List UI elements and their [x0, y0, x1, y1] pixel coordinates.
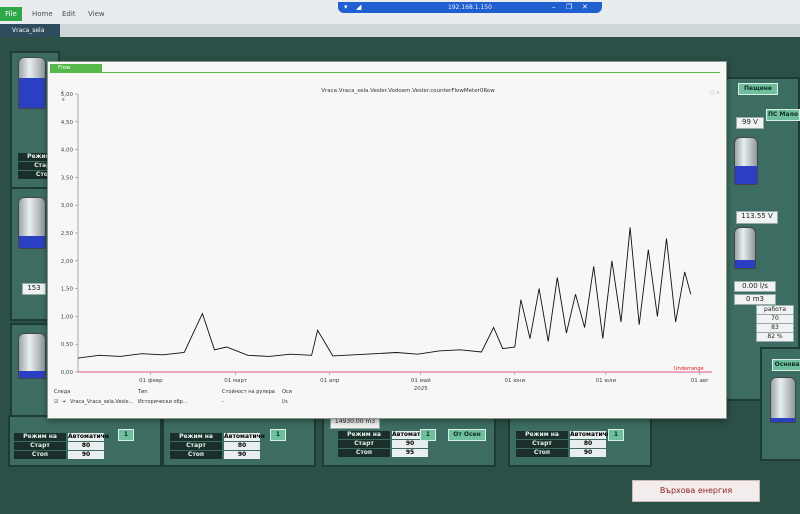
x-tick-label: 01 май [411, 377, 431, 384]
y-tick-label: 0,00 [61, 370, 74, 376]
y-tick-label: 1,50 [61, 287, 74, 293]
stop-input[interactable]: 90 [570, 449, 606, 457]
menu-edit[interactable]: Edit [62, 10, 76, 18]
remote-ip-label: 192.168.1.150 [448, 4, 492, 11]
mode-label: Режим на [338, 431, 390, 439]
menu-file[interactable]: File [0, 7, 22, 21]
voltage-reading-1: 99 V [736, 117, 764, 129]
y-tick-label: 4,00 [61, 148, 74, 154]
legend-col-trace: Следа [54, 389, 71, 395]
restore-icon[interactable]: ❐ [566, 2, 572, 13]
ps-malo-button[interactable]: ПС Мало [766, 109, 800, 121]
tank-icon [18, 333, 46, 379]
stop-input[interactable]: 95 [392, 449, 428, 457]
y-tick-label: 3,50 [61, 175, 74, 181]
legend-col-type: Тип [138, 389, 148, 395]
tank-icon [18, 57, 46, 109]
legend-ruler-value: - [222, 399, 224, 405]
underrange-label: Underrange [674, 366, 704, 372]
pump-4-button[interactable]: 1 [608, 429, 624, 441]
start-label: Старт [170, 442, 222, 450]
x-tick-label: 01 март [224, 378, 248, 384]
legend-axis: l/s [282, 399, 288, 405]
mode-label: Режим на [170, 433, 222, 441]
peak-energy-button[interactable]: Върхова енергия [632, 480, 760, 502]
legend-header: Следа Тип Стойност на рулера Оси [54, 389, 714, 397]
reading-pct: 82 % [756, 332, 794, 342]
menu-home[interactable]: Home [32, 10, 53, 18]
flow-reading: 0.00 l/s [734, 281, 776, 292]
legend-row[interactable]: ☑ + Vraca_Vraca_sela.Vesle... Историческ… [54, 399, 714, 407]
mode-table-1: Режим на Автоматичн Старт 80 Стоп 90 [14, 433, 109, 460]
x-tick-label: 01 юли [596, 378, 617, 384]
mode-table-2: Режим на Автоматичн Старт 80 Стоп 90 [170, 433, 265, 460]
remote-session-bar: ▾ ◢ 192.168.1.150 – ❐ ✕ [338, 2, 602, 13]
close-icon[interactable]: ✕ [582, 2, 588, 13]
pump-2-button[interactable]: 1 [270, 429, 286, 441]
tank-icon [734, 137, 758, 185]
mode-select[interactable]: Автоматичн [570, 431, 611, 439]
x-tick-label: 01 апр [320, 378, 340, 384]
legend-col-ruler-value: Стойност на рулера [222, 389, 275, 395]
mode-table-4: Режим на Автоматичн Старт 80 Стоп 90 [516, 431, 611, 458]
tank-icon [18, 197, 46, 249]
y-tick-label: 2,00 [61, 259, 74, 265]
start-label: Старт [14, 442, 66, 450]
y-tick-label: 2,50 [61, 231, 74, 237]
trend-plot[interactable]: 0,00 0,50 1,00 1,50 2,00 2,50 3,00 3,50 4,00 4,50… [48, 62, 726, 392]
volume-reading: 0 m3 [734, 294, 776, 305]
legend-expand-icon[interactable]: + [62, 399, 66, 405]
desktop-screen: File Home Edit View ▾ ◢ 192.168.1.150 – … [0, 0, 800, 514]
peshtene-button[interactable]: Пещене [738, 83, 778, 95]
stop-input[interactable]: 90 [68, 451, 104, 459]
y-tick-label: 4,50 [61, 120, 74, 126]
stop-label: Стоп [14, 451, 66, 459]
y-tick-label: 3,00 [61, 203, 74, 209]
legend-trace-name: Vraca_Vraca_sela.Vesle... [70, 399, 134, 405]
minimize-icon[interactable]: – [552, 2, 556, 13]
voltage-reading-2: 113.55 V [736, 211, 778, 224]
mode-label: Режим на [516, 431, 568, 439]
legend-checkbox[interactable]: ☑ [54, 399, 58, 405]
tab-vraca-sela[interactable]: Vraca_sela [0, 24, 60, 37]
stop-label: Стоп [338, 449, 390, 457]
pump-1-button[interactable]: 1 [118, 429, 134, 441]
start-input[interactable]: 80 [570, 440, 606, 448]
stop-label: Стоп [170, 451, 222, 459]
left-level-value: 153 [22, 283, 46, 295]
y-tick-label: 5,00 [61, 92, 74, 98]
mode-select[interactable]: Автоматичн [68, 433, 109, 441]
tank-icon [770, 377, 796, 423]
legend-col-axes: Оси [282, 389, 292, 395]
start-input[interactable]: 80 [68, 442, 104, 450]
osnova-button[interactable]: Основа [772, 359, 800, 371]
start-input[interactable]: 80 [224, 442, 260, 450]
flow-series-line [77, 227, 692, 359]
start-label: Старт [338, 440, 390, 448]
mode-select[interactable]: Автоматичн [224, 433, 265, 441]
document-tab-bar: Vraca_sela [0, 24, 800, 37]
x-tick-label: 01 юни [505, 378, 526, 384]
ot-osen-button[interactable]: От Осен [448, 429, 486, 441]
menu-view[interactable]: View [88, 10, 105, 18]
stop-label: Стоп [516, 449, 568, 457]
mode-table-3: Режим на Автоматичн Старт 90 Стоп 95 [338, 431, 433, 458]
x-tick-label: 01 авг [691, 378, 709, 384]
mode-label: Режим на [14, 433, 66, 441]
x-tick-label: 01 февр [139, 378, 163, 384]
tank-icon [734, 227, 756, 269]
legend-trace-type: Исторически обр... [138, 399, 188, 405]
start-input[interactable]: 90 [392, 440, 428, 448]
trend-window: Flow Vraca.Vraca_sela.Vesler.Vodoem.Vesl… [47, 61, 727, 419]
y-tick-label: 0,50 [61, 342, 74, 348]
pump-3-button[interactable]: 1 [420, 429, 436, 441]
app-ribbon: File Home Edit View ▾ ◢ 192.168.1.150 – … [0, 0, 800, 25]
stop-input[interactable]: 90 [224, 451, 260, 459]
start-label: Старт [516, 440, 568, 448]
y-tick-label: 1,00 [61, 314, 74, 320]
